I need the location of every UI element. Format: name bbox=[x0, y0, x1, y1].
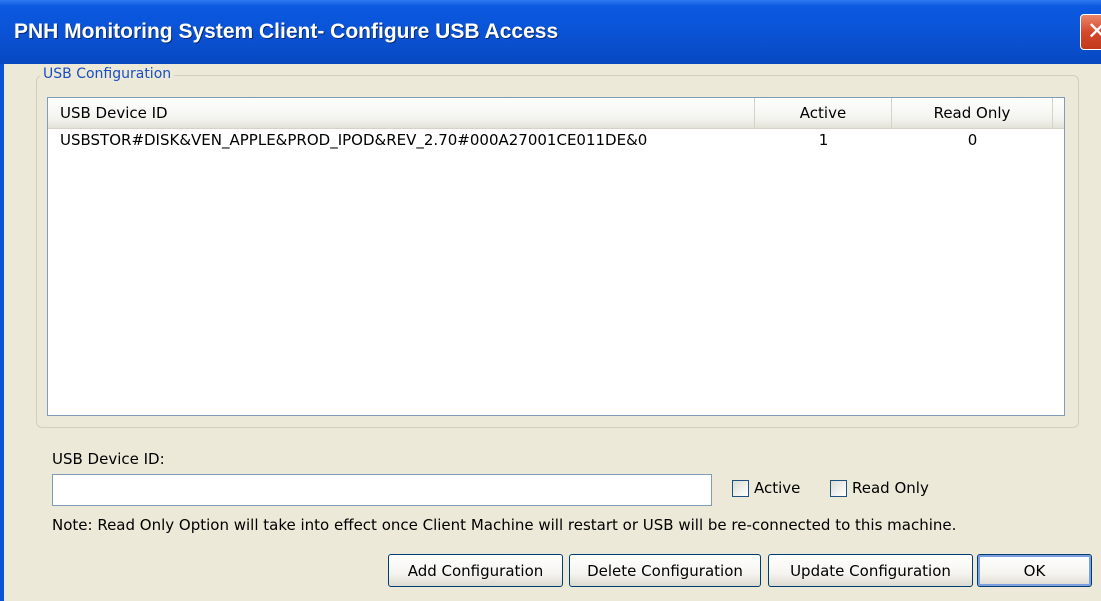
column-header-read-only[interactable]: Read Only bbox=[892, 98, 1053, 128]
active-checkbox-label[interactable]: Active bbox=[754, 479, 800, 497]
ok-button[interactable]: OK bbox=[977, 554, 1092, 587]
active-checkbox-box[interactable] bbox=[732, 480, 749, 497]
cell-read-only: 0 bbox=[967, 131, 978, 149]
delete-configuration-button[interactable]: Delete Configuration bbox=[569, 554, 761, 587]
cell-device-id: USBSTOR#DISK&VEN_APPLE&PROD_IPOD&REV_2.7… bbox=[60, 131, 648, 149]
add-configuration-button[interactable]: Add Configuration bbox=[388, 554, 563, 587]
close-icon: ✕ bbox=[1087, 17, 1101, 45]
window-title: PNH Monitoring System Client- Configure … bbox=[14, 20, 559, 43]
active-checkbox[interactable]: Active bbox=[732, 479, 822, 500]
dialog-body: USB Configuration USB Device ID Active R… bbox=[4, 64, 1101, 601]
group-title: USB Configuration bbox=[40, 66, 175, 82]
table-row[interactable]: USBSTOR#DISK&VEN_APPLE&PROD_IPOD&REV_2.7… bbox=[48, 128, 1064, 152]
close-button[interactable]: ✕ bbox=[1080, 14, 1101, 50]
column-header-active[interactable]: Active bbox=[755, 98, 892, 128]
usb-device-id-input[interactable] bbox=[52, 474, 712, 506]
column-header-usb-device-id[interactable]: USB Device ID bbox=[48, 98, 755, 128]
cell-active: 1 bbox=[818, 131, 829, 149]
update-configuration-button[interactable]: Update Configuration bbox=[768, 554, 973, 587]
configure-usb-window: PNH Monitoring System Client- Configure … bbox=[0, 0, 1101, 601]
title-bar[interactable]: PNH Monitoring System Client- Configure … bbox=[0, 0, 1101, 64]
read-only-note: Note: Read Only Option will take into ef… bbox=[52, 516, 957, 534]
read-only-checkbox-box[interactable] bbox=[830, 480, 847, 497]
usb-config-list[interactable]: USB Device ID Active Read Only USBSTOR#D… bbox=[47, 97, 1065, 416]
read-only-checkbox-label[interactable]: Read Only bbox=[852, 479, 929, 497]
list-header: USB Device ID Active Read Only bbox=[48, 98, 1064, 129]
usb-device-id-label: USB Device ID: bbox=[52, 450, 165, 468]
read-only-checkbox[interactable]: Read Only bbox=[830, 479, 950, 500]
